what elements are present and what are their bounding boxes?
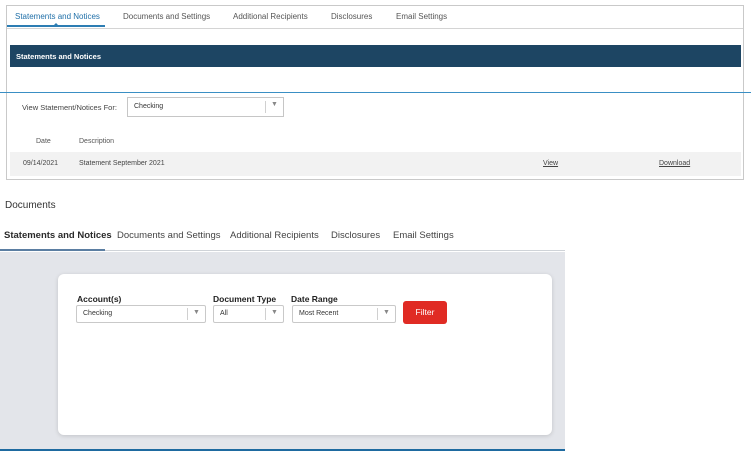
select-divider: [265, 308, 266, 320]
accounts-select-value: Checking: [83, 310, 113, 317]
legacy-tab-disclosures[interactable]: Disclosures: [331, 12, 372, 21]
row-date: 09/14/2021: [23, 160, 59, 167]
account-select[interactable]: Checking ▼: [127, 97, 284, 117]
select-divider: [187, 308, 188, 320]
select-divider: [265, 101, 266, 113]
filter-card: Account(s) Checking ▼ Document Type All …: [58, 274, 552, 435]
bottom-accent-line: [0, 449, 565, 451]
document-type-select[interactable]: All ▼: [213, 305, 284, 323]
chevron-down-icon: ▼: [383, 309, 390, 316]
table-header: Date Description: [10, 132, 741, 152]
select-divider: [377, 308, 378, 320]
tab-documents-settings[interactable]: Documents and Settings: [117, 230, 221, 241]
chevron-down-icon: ▼: [193, 309, 200, 316]
legacy-tab-additional-recipients[interactable]: Additional Recipients: [233, 12, 308, 21]
legacy-tab-documents-settings[interactable]: Documents and Settings: [123, 12, 210, 21]
documents-tab-bar: Statements and Notices Documents and Set…: [0, 228, 565, 252]
date-range-value: Most Recent: [299, 310, 339, 317]
download-link[interactable]: Download: [659, 160, 690, 167]
view-statements-label: View Statement/Notices For:: [22, 103, 117, 112]
column-description: Description: [79, 138, 115, 145]
column-date: Date: [36, 138, 51, 145]
legacy-tab-statements[interactable]: Statements and Notices: [15, 12, 100, 21]
document-type-label: Document Type: [213, 294, 277, 304]
chevron-down-icon: ▼: [271, 309, 278, 316]
divider-line: [0, 92, 751, 93]
section-title: Statements and Notices: [16, 52, 102, 61]
legacy-tab-bar: Statements and Notices Documents and Set…: [7, 6, 743, 29]
document-type-value: All: [220, 310, 228, 317]
active-tab-caret-icon: [53, 23, 59, 26]
filter-button[interactable]: Filter: [403, 301, 447, 324]
active-tab-bar: [0, 249, 105, 251]
tab-disclosures[interactable]: Disclosures: [331, 230, 380, 241]
view-link[interactable]: View: [543, 160, 558, 167]
section-header: Statements and Notices: [10, 45, 741, 67]
row-description: Statement September 2021: [79, 160, 165, 167]
table-row: 09/14/2021 Statement September 2021 View…: [10, 152, 741, 176]
tab-additional-recipients[interactable]: Additional Recipients: [230, 230, 319, 241]
date-range-label: Date Range: [291, 294, 338, 304]
accounts-label: Account(s): [77, 294, 122, 304]
tab-email-settings[interactable]: Email Settings: [393, 230, 454, 241]
account-select-value: Checking: [134, 103, 164, 110]
tab-statements-notices[interactable]: Statements and Notices: [4, 230, 112, 241]
legacy-tab-email-settings[interactable]: Email Settings: [396, 12, 447, 21]
date-range-select[interactable]: Most Recent ▼: [292, 305, 396, 323]
page-title: Documents: [5, 200, 56, 211]
accounts-select[interactable]: Checking ▼: [76, 305, 206, 323]
chevron-down-icon: ▼: [271, 101, 278, 108]
